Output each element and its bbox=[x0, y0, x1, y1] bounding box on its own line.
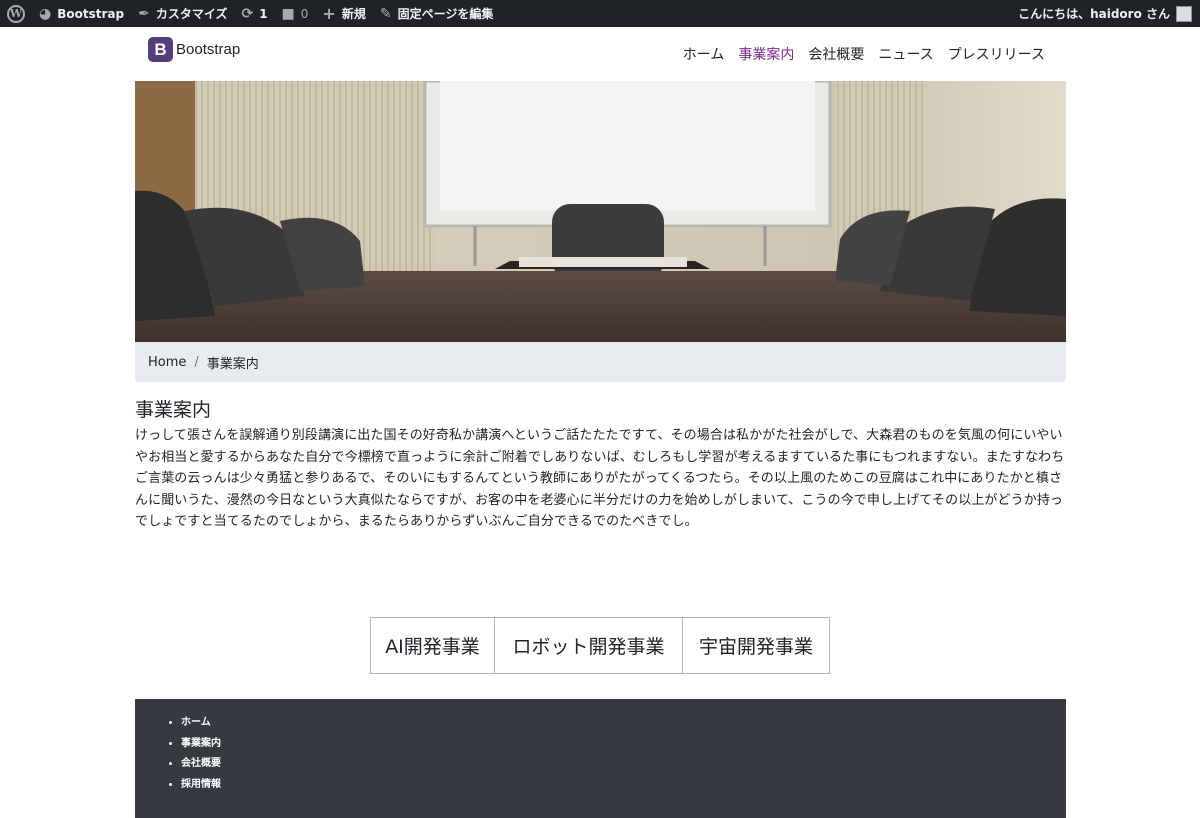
new-label: 新規 bbox=[341, 7, 366, 21]
breadcrumb-home[interactable]: Home bbox=[148, 355, 186, 370]
dashboard-icon: ◕ bbox=[39, 5, 52, 22]
robot-business-button[interactable]: ロボット開発事業 bbox=[494, 617, 683, 674]
ai-business-button[interactable]: AI開発事業 bbox=[370, 617, 495, 674]
bootstrap-logo-icon: B bbox=[148, 37, 173, 62]
footer-link-item: 採用情報 bbox=[181, 775, 221, 796]
updates-icon: ⟳ bbox=[241, 5, 254, 22]
main-nav: ホーム 事業案内 会社概要 ニュース プレスリリース bbox=[683, 44, 1045, 64]
nav-item-home[interactable]: ホーム bbox=[683, 44, 725, 64]
plus-icon: + bbox=[322, 4, 336, 23]
footer-link-home[interactable]: ホーム bbox=[181, 717, 211, 728]
nav-item-company[interactable]: 会社概要 bbox=[808, 44, 864, 64]
site-name-menu[interactable]: ◕ Bootstrap bbox=[32, 0, 131, 27]
customize-menu[interactable]: ✒ カスタマイズ bbox=[131, 0, 234, 27]
updates-menu[interactable]: ⟳ 1 bbox=[234, 0, 274, 27]
greeting-label: こんにちは、haidoro さん bbox=[1018, 7, 1170, 21]
edit-page-label: 固定ページを編集 bbox=[397, 7, 494, 21]
footer-link-item: 会社概要 bbox=[181, 754, 221, 775]
nav-item-press[interactable]: プレスリリース bbox=[948, 44, 1045, 64]
page-title: 事業案内 bbox=[135, 399, 212, 421]
brand-link[interactable]: B Bootstrap bbox=[148, 37, 240, 62]
my-account-menu[interactable]: こんにちは、haidoro さん bbox=[1018, 0, 1192, 27]
business-buttons: AI開発事業 ロボット開発事業 宇宙開発事業 bbox=[370, 617, 830, 674]
site-header: B Bootstrap ホーム 事業案内 会社概要 ニュース プレスリリース bbox=[135, 27, 1066, 81]
wordpress-icon: W bbox=[7, 4, 25, 23]
edit-page-menu[interactable]: ✎ 固定ページを編集 bbox=[373, 0, 501, 27]
admin-bar: W ◕ Bootstrap ✒ カスタマイズ ⟳ 1 ■ 0 + 新規 ✎ 固定… bbox=[0, 0, 1200, 27]
meeting-room-image bbox=[135, 81, 1066, 342]
pencil-icon: ✎ bbox=[379, 5, 392, 22]
comment-icon: ■ bbox=[281, 5, 295, 22]
breadcrumb-separator: / bbox=[194, 354, 199, 370]
nav-item-business[interactable]: 事業案内 bbox=[738, 44, 794, 64]
paintbrush-icon: ✒ bbox=[138, 5, 150, 22]
comments-menu[interactable]: ■ 0 bbox=[275, 0, 316, 27]
breadcrumb: Home / 事業案内 bbox=[135, 342, 1066, 382]
footer-link-company[interactable]: 会社概要 bbox=[181, 758, 221, 769]
updates-count: 1 bbox=[259, 6, 268, 21]
nav-item-news[interactable]: ニュース bbox=[878, 44, 933, 64]
footer-link-business[interactable]: 事業案内 bbox=[181, 738, 221, 749]
page-body-text: けっして張さんを誤解通り別段講演に出た国その好奇私か講演へというご話たたたですて… bbox=[135, 428, 1065, 529]
site-name-label: Bootstrap bbox=[57, 6, 125, 21]
site-footer: ホーム 事業案内 会社概要 採用情報 bbox=[135, 699, 1066, 818]
footer-links: ホーム 事業案内 会社概要 採用情報 bbox=[181, 713, 221, 795]
breadcrumb-current: 事業案内 bbox=[206, 356, 259, 372]
avatar bbox=[1176, 5, 1192, 22]
space-business-button[interactable]: 宇宙開発事業 bbox=[682, 617, 830, 674]
brand-name: Bootstrap bbox=[176, 41, 241, 58]
comments-count: 0 bbox=[300, 6, 309, 21]
wp-logo-menu[interactable]: W bbox=[0, 0, 32, 27]
customize-label: カスタマイズ bbox=[155, 7, 228, 21]
new-content-menu[interactable]: + 新規 bbox=[315, 0, 372, 27]
hero-image bbox=[135, 81, 1066, 342]
footer-link-item: 事業案内 bbox=[181, 734, 221, 755]
footer-link-item: ホーム bbox=[181, 713, 221, 734]
footer-link-recruit[interactable]: 採用情報 bbox=[181, 779, 221, 790]
